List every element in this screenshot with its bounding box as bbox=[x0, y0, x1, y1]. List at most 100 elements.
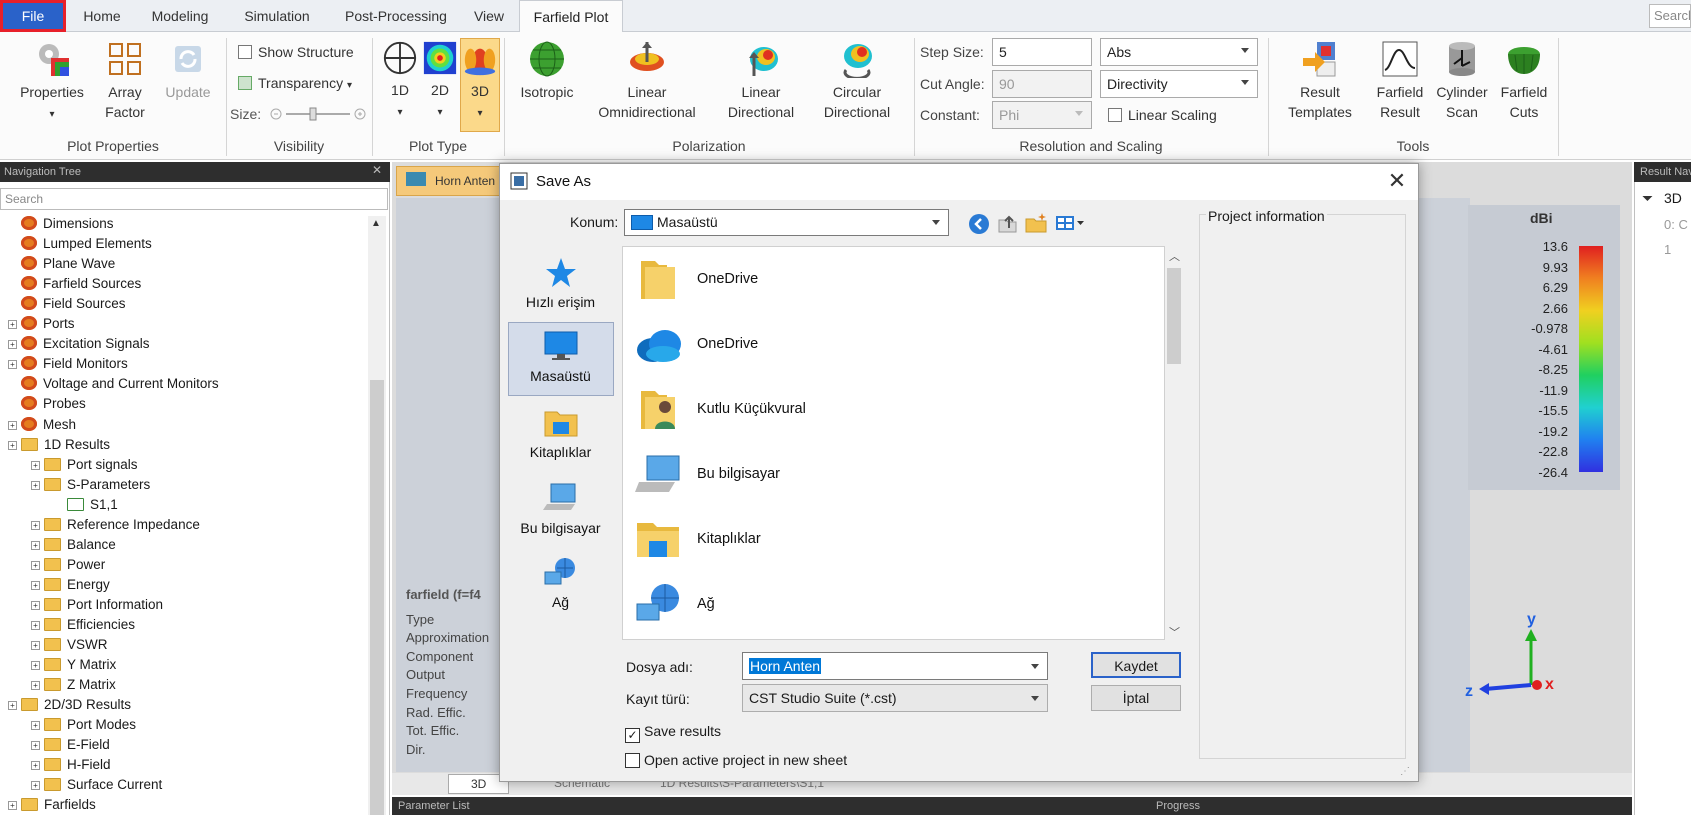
update-button[interactable]: Update bbox=[160, 40, 216, 102]
expand-icon[interactable]: + bbox=[31, 661, 40, 671]
tree-item[interactable]: + Port signals bbox=[31, 455, 138, 475]
linear-directional-button[interactable]: Linear Directional bbox=[716, 40, 806, 122]
tab-view[interactable]: View bbox=[467, 0, 511, 32]
expand-icon[interactable]: + bbox=[31, 600, 40, 610]
new-folder-icon[interactable] bbox=[1024, 212, 1048, 234]
linear-scaling-checkbox[interactable]: Linear Scaling bbox=[1108, 107, 1217, 123]
expand-icon[interactable]: + bbox=[8, 320, 17, 330]
list-item-libraries[interactable]: Kitaplıklar bbox=[623, 507, 1143, 571]
tree-item[interactable]: + Y Matrix bbox=[31, 655, 116, 675]
filename-input[interactable]: Horn Anten bbox=[742, 652, 1048, 680]
list-item-user-folder[interactable]: Kutlu Küçükvural bbox=[623, 377, 1143, 441]
expand-icon[interactable]: + bbox=[31, 460, 40, 470]
file-menu-button[interactable]: File bbox=[0, 0, 66, 32]
result-row[interactable]: 0: C bbox=[1664, 217, 1688, 232]
tree-item[interactable]: + Efficiencies bbox=[31, 615, 135, 635]
list-item-this-pc[interactable]: Bu bilgisayar bbox=[623, 442, 1143, 506]
tree-item[interactable]: Field Sources bbox=[8, 294, 126, 314]
expand-icon[interactable]: + bbox=[31, 781, 40, 791]
expand-icon[interactable]: + bbox=[31, 520, 40, 530]
tree-item[interactable]: + Mesh bbox=[8, 415, 76, 435]
expand-icon[interactable]: + bbox=[8, 440, 17, 450]
result-templates-button[interactable]: Result Templates bbox=[1276, 40, 1364, 122]
expand-icon[interactable]: + bbox=[31, 641, 40, 651]
scroll-up-icon[interactable]: ▲ bbox=[371, 218, 381, 229]
tree-item[interactable]: + VSWR bbox=[31, 635, 108, 655]
tree-item[interactable]: + Ports bbox=[8, 314, 75, 334]
linear-omnidirectional-button[interactable]: Linear Omnidirectional bbox=[588, 40, 706, 122]
tree-item[interactable]: Probes bbox=[8, 394, 86, 414]
expand-icon[interactable]: + bbox=[31, 540, 40, 550]
cancel-button[interactable]: İptal bbox=[1091, 685, 1181, 711]
location-select[interactable]: Masaüstü bbox=[624, 209, 949, 236]
tree-item[interactable]: + Excitation Signals bbox=[8, 334, 150, 354]
list-item-onedrive-cloud[interactable]: OneDrive bbox=[623, 312, 1143, 376]
tab-home[interactable]: Home bbox=[74, 0, 130, 32]
result-row[interactable]: 3D bbox=[1664, 190, 1682, 206]
expand-icon[interactable]: + bbox=[31, 681, 40, 691]
tree-item[interactable]: +1D Results bbox=[8, 435, 110, 455]
expand-icon[interactable]: + bbox=[31, 741, 40, 751]
place-libraries[interactable]: Kitaplıklar bbox=[508, 406, 613, 460]
tree-item[interactable]: + Surface Current bbox=[31, 775, 162, 795]
tree-item[interactable]: + Farfields bbox=[8, 795, 96, 815]
tree-item[interactable]: + Balance bbox=[31, 535, 116, 555]
farfield-result-button[interactable]: Farfield Result bbox=[1368, 40, 1432, 122]
tree-item[interactable]: Dimensions bbox=[8, 214, 114, 234]
list-item-onedrive-folder[interactable]: OneDrive bbox=[623, 247, 1143, 311]
save-button[interactable]: Kaydet bbox=[1091, 652, 1181, 678]
tab-farfield-plot[interactable]: Farfield Plot bbox=[519, 0, 623, 33]
circular-directional-button[interactable]: Circular Directional bbox=[812, 40, 902, 122]
tree-item[interactable]: + Z Matrix bbox=[31, 675, 116, 695]
properties-button[interactable]: Properties ▾ bbox=[14, 40, 90, 125]
cut-angle-input[interactable]: 90 bbox=[992, 70, 1092, 98]
expand-icon[interactable]: + bbox=[8, 340, 17, 350]
tree-item[interactable]: + Port Modes bbox=[31, 715, 136, 735]
tree-item[interactable]: + Energy bbox=[31, 575, 110, 595]
farfield-cuts-button[interactable]: Farfield Cuts bbox=[1492, 40, 1556, 122]
directivity-select[interactable]: Directivity bbox=[1100, 70, 1258, 98]
tree-item[interactable]: Lumped Elements bbox=[8, 234, 152, 254]
expand-icon[interactable]: + bbox=[8, 420, 17, 430]
tree-item[interactable]: + Port Information bbox=[31, 595, 163, 615]
plot-type-3d-button[interactable]: 3D ▾ bbox=[460, 38, 500, 132]
open-new-sheet-checkbox[interactable]: Open active project in new sheet bbox=[625, 752, 847, 768]
close-button[interactable]: ✕ bbox=[1380, 166, 1414, 198]
tab-modeling[interactable]: Modeling bbox=[142, 0, 218, 32]
tab-simulation[interactable]: Simulation bbox=[232, 0, 322, 32]
tree-item[interactable]: + Power bbox=[31, 555, 105, 575]
view-menu-icon[interactable] bbox=[1054, 212, 1086, 234]
tree-item[interactable]: + S-Parameters bbox=[31, 475, 150, 495]
step-size-input[interactable]: 5 bbox=[992, 38, 1092, 66]
expand-icon[interactable]: + bbox=[31, 580, 40, 590]
chevron-down-icon[interactable]: ﹀ bbox=[1169, 624, 1180, 640]
size-slider[interactable] bbox=[270, 107, 366, 121]
file-list-scrollbar-thumb[interactable] bbox=[1167, 268, 1181, 364]
tree-item[interactable]: + Field Monitors bbox=[8, 354, 128, 374]
back-icon[interactable] bbox=[968, 213, 990, 235]
filetype-select[interactable]: CST Studio Suite (*.cst) bbox=[742, 684, 1048, 712]
isotropic-button[interactable]: Isotropic bbox=[512, 40, 582, 102]
result-row[interactable]: 1 bbox=[1664, 242, 1671, 257]
tree-scrollbar-thumb[interactable] bbox=[370, 380, 384, 815]
tree-item[interactable]: +2D/3D Results bbox=[8, 695, 131, 715]
search-input[interactable]: Search bbox=[1649, 4, 1691, 28]
tree-item[interactable]: + E-Field bbox=[31, 735, 110, 755]
expand-icon[interactable]: + bbox=[8, 701, 17, 711]
place-network[interactable]: Ağ bbox=[508, 556, 613, 610]
chevron-up-icon[interactable]: ︿ bbox=[1169, 248, 1180, 264]
place-quick-access[interactable]: Hızlı erişim bbox=[508, 256, 613, 310]
expand-icon[interactable]: + bbox=[8, 360, 17, 370]
abs-select[interactable]: Abs bbox=[1100, 38, 1258, 66]
place-this-pc[interactable]: Bu bilgisayar bbox=[508, 482, 613, 536]
tree-item[interactable]: Voltage and Current Monitors bbox=[8, 374, 219, 394]
tab-post-processing[interactable]: Post-Processing bbox=[333, 0, 459, 32]
expand-icon[interactable]: + bbox=[8, 801, 17, 811]
tree-item[interactable]: + H-Field bbox=[31, 755, 111, 775]
cylinder-scan-button[interactable]: Cylinder Scan bbox=[1430, 40, 1494, 122]
expand-icon[interactable]: + bbox=[31, 721, 40, 731]
plot-type-2d-button[interactable]: 2D ▾ bbox=[420, 40, 460, 123]
up-folder-icon[interactable] bbox=[996, 212, 1018, 234]
save-results-checkbox[interactable]: ✓ Save results bbox=[625, 723, 721, 743]
tree-item[interactable]: + Reference Impedance bbox=[31, 515, 200, 535]
